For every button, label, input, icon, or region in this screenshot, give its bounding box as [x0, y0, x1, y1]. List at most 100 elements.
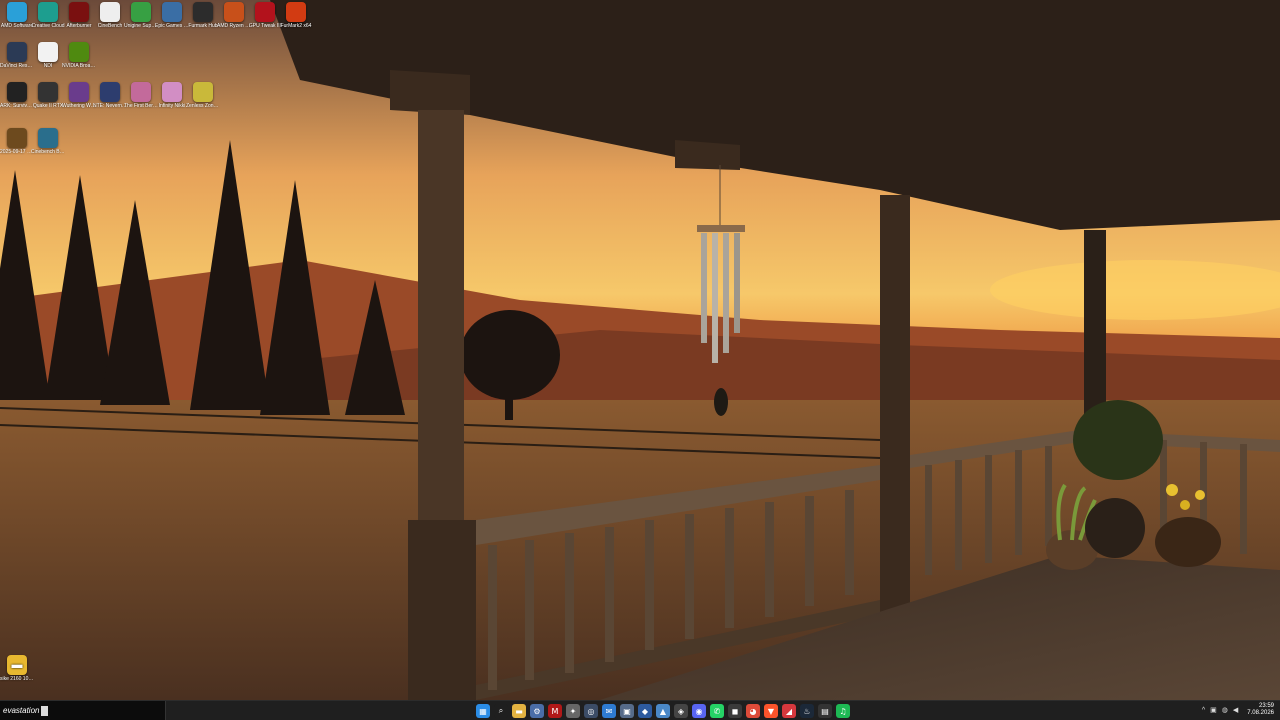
steam-icon[interactable]: ♨: [800, 704, 814, 718]
network-icon[interactable]: ◍: [1222, 706, 1228, 714]
desktop-shortcut-label: FurMark2 x64: [280, 23, 312, 29]
settings-icon[interactable]: ⚙: [530, 704, 544, 718]
desktop-shortcut-label: Zenless Zone Zero: [186, 103, 220, 109]
desktop-shortcut-label: AMD Ryzen Master: [217, 23, 251, 29]
wuthering-waves-icon: [69, 82, 89, 102]
volume-icon[interactable]: ◀: [1233, 706, 1238, 714]
desktop-shortcut-label: NVIDIA Broadcast: [62, 63, 96, 69]
desktop-shortcut-label: Wuthering Waves: [62, 103, 96, 109]
discord-icon[interactable]: ◉: [692, 704, 706, 718]
taskbar-search-box[interactable]: evastation: [0, 701, 166, 720]
desktop-shortcut-label: Furmark Hub: [188, 23, 218, 29]
desktop-shortcut-label: NTE: Neverness To Everness: [93, 103, 127, 109]
app-icon-6[interactable]: ◼: [728, 704, 742, 718]
app-icon-5[interactable]: ◈: [674, 704, 688, 718]
desktop-shortcut[interactable]: The First Berserker: [124, 82, 158, 109]
app-icon-4[interactable]: ◆: [638, 704, 652, 718]
first-berserker-icon: [131, 82, 151, 102]
ryzen-master-icon: [224, 2, 244, 22]
desktop-shortcut-label: Epic Games Launcher: [155, 23, 189, 29]
system-tray: ^ ▣ ◍ ◀ 23:59 7.08.2026: [1202, 703, 1274, 717]
desktop-shortcut[interactable]: Quake II RTX: [31, 82, 65, 109]
app-icon-3[interactable]: ▣: [620, 704, 634, 718]
desktop-shortcut[interactable]: NTE: Neverness To Everness: [93, 82, 127, 109]
nte-icon: [100, 82, 120, 102]
desktop-shortcut[interactable]: Infinity Nikki: [155, 82, 189, 109]
folder-icon: ▬: [7, 655, 27, 675]
zzz-icon: [193, 82, 213, 102]
desktop-shortcut[interactable]: NVIDIA Broadcast: [62, 42, 96, 69]
desktop-shortcut[interactable]: Zenless Zone Zero: [186, 82, 220, 109]
video-file-icon: [7, 128, 27, 148]
app-icon-1[interactable]: ✦: [566, 704, 580, 718]
desktop-shortcut-label: Afterburner: [66, 23, 92, 29]
desktop-shortcut-label: CineBench: [97, 23, 123, 29]
furmark2-icon: [286, 2, 306, 22]
app-icon-2[interactable]: ◎: [584, 704, 598, 718]
mail-icon[interactable]: ✉: [602, 704, 616, 718]
quake-icon: [38, 82, 58, 102]
desktop-shortcut-label: The First Berserker: [124, 103, 158, 109]
desktop-shortcut[interactable]: AMD Ryzen Master: [217, 2, 251, 29]
creative-cloud-icon: [38, 2, 58, 22]
desktop-shortcut[interactable]: Creative Cloud: [31, 2, 65, 29]
epic-games-icon: [162, 2, 182, 22]
text-cursor: [41, 705, 49, 716]
infinity-nikki-icon: [162, 82, 182, 102]
desktop-shortcut[interactable]: DaVinci Resolve: [0, 42, 34, 69]
search-text: evastation: [3, 706, 40, 715]
superposition-icon: [131, 2, 151, 22]
desktop-shortcut-label: ARK: Survival Evolved: [0, 103, 34, 109]
taskbar: evastation ▦ ⌕ ▬ ⚙ M ✦ ◎ ✉ ▣ ◆ ▲ ◈ ◉ ✆ ◼ ◕ ▼ ◢ ♨ ▤ ♫ ^ ▣ ◍ ◀…: [0, 700, 1280, 720]
whatsapp-icon[interactable]: ✆: [710, 704, 724, 718]
desktop-shortcut[interactable]: Wuthering Waves: [62, 82, 96, 109]
start-icon[interactable]: ▦: [476, 704, 490, 718]
davinci-resolve-icon: [7, 42, 27, 62]
desktop-shortcut[interactable]: Afterburner: [62, 2, 96, 29]
search-icon[interactable]: ⌕: [494, 704, 508, 718]
desktop-shortcut[interactable]: GPU Tweak III: [248, 2, 282, 29]
desktop-shortcut[interactable]: Unigine Superposition: [124, 2, 158, 29]
benchmark-icon: [38, 128, 58, 148]
photos-icon[interactable]: ▲: [656, 704, 670, 718]
desktop-shortcut-label: DaVinci Resolve: [0, 63, 34, 69]
cinebench-icon: [100, 2, 120, 22]
tray-overflow-chevron-icon[interactable]: ^: [1202, 707, 1205, 714]
folder-label: sike 2160 1080 1...: [0, 676, 34, 682]
desktop-shortcut[interactable]: 2025-09-17 19h06m: [0, 128, 34, 155]
file-explorer-icon[interactable]: ▬: [512, 704, 526, 718]
ark-icon: [7, 82, 27, 102]
gpu-tweak-icon: [255, 2, 275, 22]
desktop-shortcut[interactable]: FurMark2 x64: [279, 2, 313, 29]
taskbar-apps: ▦ ⌕ ▬ ⚙ M ✦ ◎ ✉ ▣ ◆ ▲ ◈ ◉ ✆ ◼ ◕ ▼ ◢ ♨ ▤ ♫: [476, 704, 850, 718]
chrome-icon[interactable]: ◕: [746, 704, 760, 718]
tray-app-icon[interactable]: ▣: [1210, 706, 1217, 714]
desktop-shortcut-label: AMD Software: [0, 23, 34, 29]
desktop-shortcut-label: Cinebench Benchmark: [31, 149, 65, 155]
app-icon-8[interactable]: ▤: [818, 704, 832, 718]
desktop-shortcut-label: Quake II RTX: [32, 103, 64, 109]
desktop-shortcut[interactable]: Furmark Hub: [186, 2, 220, 29]
desktop-shortcut[interactable]: NDI: [31, 42, 65, 69]
clock-date: 7.08.2026: [1247, 710, 1274, 716]
spotify-icon[interactable]: ♫: [836, 704, 850, 718]
app-icon-7[interactable]: ◢: [782, 704, 796, 718]
desktop-shortcut[interactable]: CineBench: [93, 2, 127, 29]
desktop-shortcut-label: NDI: [43, 63, 53, 69]
furmark-hub-icon: [193, 2, 213, 22]
ndi-icon: [38, 42, 58, 62]
amd-software-icon: [7, 2, 27, 22]
clock-time: 23:59: [1258, 703, 1274, 709]
nvidia-broadcast-icon: [69, 42, 89, 62]
desktop-shortcut-label: GPU Tweak III: [248, 23, 282, 29]
desktop-shortcut[interactable]: Cinebench Benchmark: [31, 128, 65, 155]
desktop-shortcut[interactable]: ARK: Survival Evolved: [0, 82, 34, 109]
folder-shortcut[interactable]: ▬ sike 2160 1080 1...: [0, 655, 34, 682]
desktop-shortcut-label: Unigine Superposition: [124, 23, 158, 29]
desktop-shortcut-label: Infinity Nikki: [158, 103, 186, 109]
desktop-shortcut[interactable]: AMD Software: [0, 2, 34, 29]
clock[interactable]: 23:59 7.08.2026: [1247, 703, 1274, 717]
brave-icon[interactable]: ▼: [764, 704, 778, 718]
desktop-shortcut[interactable]: Epic Games Launcher: [155, 2, 189, 29]
msi-icon[interactable]: M: [548, 704, 562, 718]
